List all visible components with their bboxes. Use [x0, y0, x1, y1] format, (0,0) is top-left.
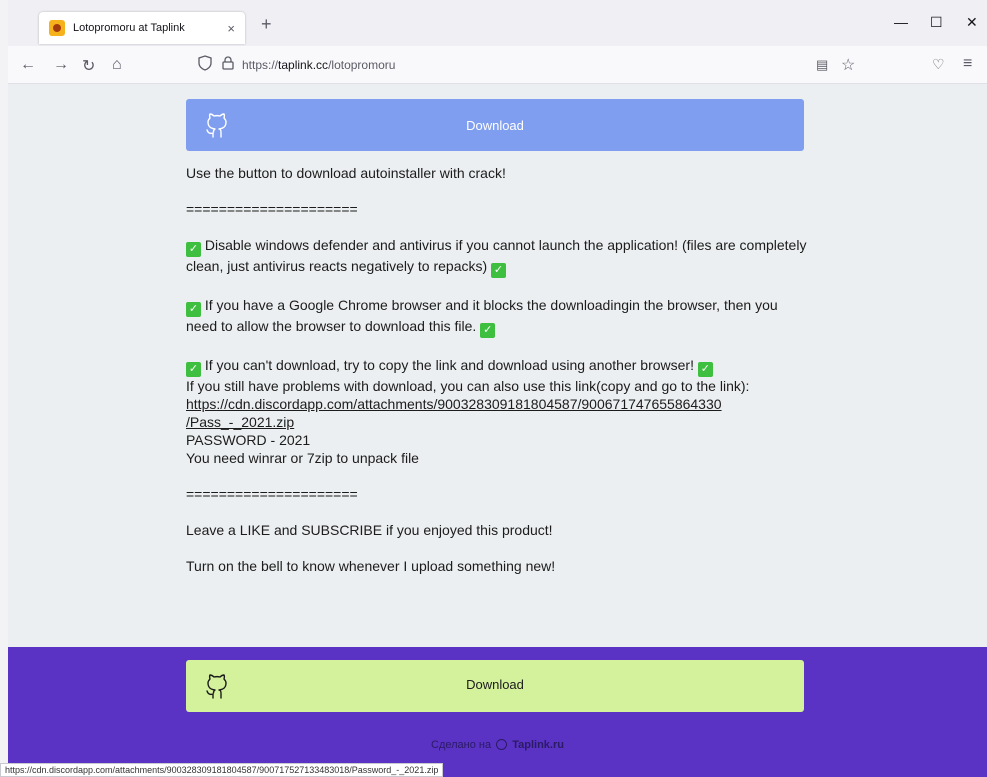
tab-strip: Lotopromoru at Taplink × + — ☐ ✕: [8, 0, 987, 46]
still-problems-text: If you still have problems with download…: [186, 378, 750, 394]
separator: =====================: [186, 486, 358, 502]
new-tab-button[interactable]: +: [261, 14, 272, 35]
tab-title: Lotopromoru at Taplink: [73, 22, 185, 34]
page-left-gutter: [0, 0, 8, 777]
download-label: Download: [466, 677, 524, 692]
intro-text: Use the button to download autoinstaller…: [186, 165, 506, 181]
tracking-protection-shield-icon[interactable]: [198, 54, 212, 76]
url-host: taplink.cc: [278, 58, 329, 72]
url-prefix: https://: [242, 58, 279, 72]
tab-lotopromoru[interactable]: Lotopromoru at Taplink ×: [39, 12, 245, 44]
separator: =====================: [186, 201, 358, 217]
url-path: /lotopromoru: [328, 58, 396, 72]
maximize-icon[interactable]: ☐: [930, 14, 943, 31]
check-mark-icon: ✓: [697, 362, 713, 377]
made-with-taplink[interactable]: Сделано на Taplink.ru: [8, 739, 987, 751]
password-text: PASSWORD - 2021: [186, 432, 311, 448]
unpack-text: You need winrar or 7zip to unpack file: [186, 450, 419, 466]
download-button-bottom[interactable]: Download: [186, 660, 804, 712]
check-mark-icon: ✓: [186, 242, 201, 257]
reader-view-icon[interactable]: ▤: [816, 57, 828, 73]
check-mark-icon: ✓: [186, 302, 201, 317]
page-content: Download Use the button to download auto…: [8, 84, 987, 647]
tab-close-icon[interactable]: ×: [227, 21, 235, 36]
taplink-logo-icon: [496, 739, 508, 750]
taplink-favicon-icon: [49, 20, 65, 36]
navigation-toolbar: ← → ↻ ⌂ https://taplink.cc/lotopromoru ▤…: [8, 46, 987, 84]
link-line-1: https://cdn.discordapp.com/attachments/9…: [186, 396, 722, 412]
close-window-icon[interactable]: ✕: [966, 14, 978, 31]
menu-icon[interactable]: ≡: [963, 55, 972, 73]
check-mark-icon: ✓: [491, 263, 507, 278]
forward-icon[interactable]: →: [53, 56, 69, 74]
download-button-top[interactable]: Download: [186, 99, 804, 151]
check-mark-icon: ✓: [480, 323, 496, 338]
url-text: https://taplink.cc/lotopromoru: [242, 58, 395, 72]
address-bar[interactable]: https://taplink.cc/lotopromoru: [198, 52, 871, 78]
download-label: Download: [466, 117, 524, 133]
bookmark-star-icon[interactable]: ☆: [841, 55, 855, 75]
like-text: Leave a LIKE and SUBSCRIBE if you enjoye…: [186, 522, 553, 538]
status-bar-url: https://cdn.discordapp.com/attachments/9…: [0, 763, 444, 777]
link-line-2: /Pass_-_2021.zip: [186, 414, 295, 430]
taplink-brand: Taplink.ru: [512, 739, 564, 751]
pocket-icon[interactable]: ♡: [932, 56, 945, 73]
paragraph-chrome: ✓ If you have a Google Chrome browser an…: [186, 296, 808, 338]
page-footer: Download Сделано на Taplink.ru: [8, 647, 987, 777]
check-mark-icon: ✓: [186, 362, 201, 377]
paragraph-alternate-link: ✓ If you can't download, try to copy the…: [186, 356, 808, 467]
back-icon[interactable]: ←: [20, 56, 36, 74]
discord-download-link[interactable]: https://cdn.discordapp.com/attachments/9…: [186, 396, 722, 430]
minimize-icon[interactable]: —: [894, 14, 908, 30]
copy-link-text: If you can't download, try to copy the l…: [201, 357, 698, 373]
bell-text: Turn on the bell to know whenever I uplo…: [186, 558, 556, 574]
lock-icon[interactable]: [222, 55, 234, 75]
paragraph-antivirus: ✓ Disable windows defender and antivirus…: [186, 236, 808, 278]
home-icon[interactable]: ⌂: [112, 56, 122, 74]
made-with-text: Сделано на: [431, 739, 492, 751]
reload-icon[interactable]: ↻: [82, 56, 95, 76]
description-text: Use the button to download autoinstaller…: [186, 164, 808, 593]
